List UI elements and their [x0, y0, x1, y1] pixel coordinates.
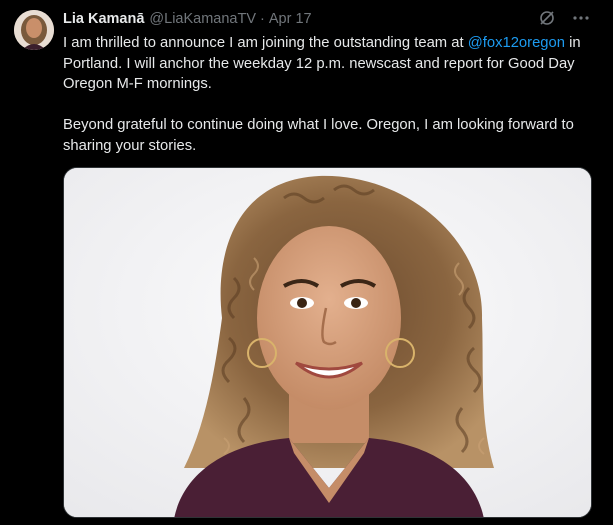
- slash-circle-icon[interactable]: [537, 8, 557, 28]
- header-actions: [537, 8, 591, 28]
- avatar[interactable]: [14, 10, 54, 50]
- user-handle[interactable]: @LiaKamanaTV: [149, 11, 256, 27]
- mention-link[interactable]: @fox12oregon: [468, 35, 565, 51]
- tweet-text-part: I am thrilled to announce I am joining t…: [63, 35, 468, 51]
- tweet-paragraph-1: I am thrilled to announce I am joining t…: [63, 33, 598, 95]
- tweet-paragraph-2: Beyond grateful to continue doing what I…: [63, 117, 574, 154]
- more-horizontal-icon[interactable]: [571, 8, 591, 28]
- display-name[interactable]: Lia Kamanā: [63, 11, 144, 27]
- post-date[interactable]: Apr 17: [269, 11, 312, 27]
- media-photo[interactable]: [63, 167, 592, 518]
- separator-dot: ·: [260, 11, 265, 27]
- tweet-text: I am thrilled to announce I am joining t…: [63, 33, 598, 156]
- tweet[interactable]: Lia Kamanā @LiaKamanaTV · Apr 17 I am th…: [0, 0, 613, 525]
- tweet-header: Lia Kamanā @LiaKamanaTV · Apr 17: [63, 10, 312, 28]
